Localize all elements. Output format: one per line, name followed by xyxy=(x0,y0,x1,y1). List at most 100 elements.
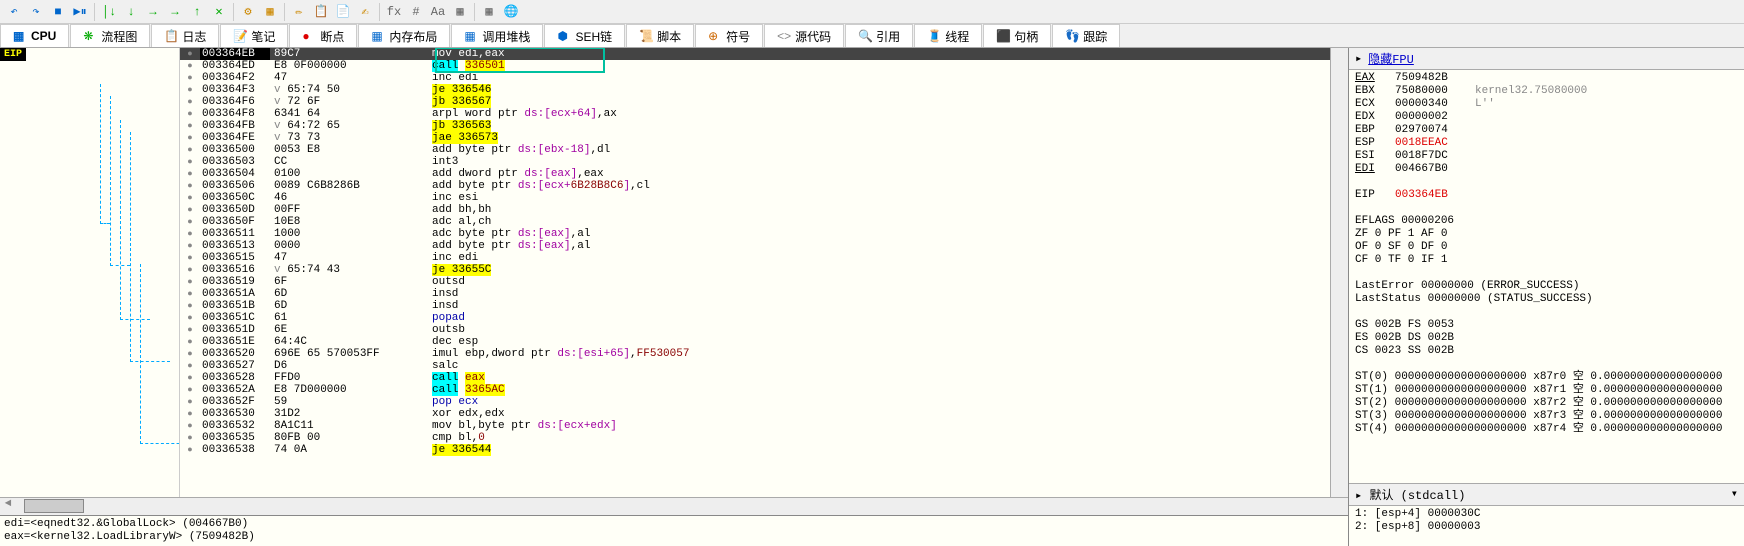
toolbar-btn-0[interactable]: ↶ xyxy=(4,2,24,22)
tab-引用[interactable]: 🔍引用 xyxy=(845,24,913,47)
breakpoint-dot[interactable]: ● xyxy=(180,336,200,348)
toolbar-btn-3[interactable]: ▶⏸ xyxy=(70,2,90,22)
breakpoint-dot[interactable]: ● xyxy=(180,228,200,240)
disasm-row[interactable]: ●0033651E 64:4Cdec esp xyxy=(180,336,1330,348)
tab-脚本[interactable]: 📜脚本 xyxy=(626,24,694,47)
breakpoint-dot[interactable]: ● xyxy=(180,240,200,252)
breakpoint-dot[interactable]: ● xyxy=(180,120,200,132)
disasm-row[interactable]: ●00336500 0053 E8add byte ptr ds:[ebx-18… xyxy=(180,144,1330,156)
breakpoint-dot[interactable]: ● xyxy=(180,132,200,144)
register-row[interactable]: EBX75080000kernel32.75080000 xyxy=(1355,85,1738,98)
disasm-row[interactable]: ●00336538 74 0Aje 336544 xyxy=(180,444,1330,456)
toolbar-btn-7[interactable]: → xyxy=(165,2,185,22)
tab-符号[interactable]: ⊕符号 xyxy=(695,24,763,47)
register-row[interactable]: EBP02970074 xyxy=(1355,124,1738,137)
toolbar-btn-5[interactable]: ↓ xyxy=(121,2,141,22)
disasm-row[interactable]: ●0033651C 61popad xyxy=(180,312,1330,324)
toolbar-btn-8[interactable]: ↑ xyxy=(187,2,207,22)
disasm-row[interactable]: ●00336516v 65:74 43je 33655C xyxy=(180,264,1330,276)
vertical-scrollbar[interactable] xyxy=(1330,48,1348,497)
breakpoint-dot[interactable]: ● xyxy=(180,84,200,96)
disasm-row[interactable]: ●00336515 47inc edi xyxy=(180,252,1330,264)
tab-日志[interactable]: 📋日志 xyxy=(151,24,219,47)
register-row[interactable]: EDX00000002 xyxy=(1355,111,1738,124)
disasm-row[interactable]: ●0033651D 6Eoutsb xyxy=(180,324,1330,336)
stack-menu-icon[interactable]: ▾ xyxy=(1731,486,1738,501)
breakpoint-dot[interactable]: ● xyxy=(180,48,200,60)
stack-collapse-icon[interactable]: ▸ xyxy=(1355,489,1362,503)
register-row[interactable]: EAX7509482B xyxy=(1355,72,1738,85)
toolbar-btn-2[interactable]: ■ xyxy=(48,2,68,22)
disasm-row[interactable]: ●00336506 0089 C6B8286Badd byte ptr ds:[… xyxy=(180,180,1330,192)
toolbar-btn-1[interactable]: ↷ xyxy=(26,2,46,22)
disasm-row[interactable]: ●003364ED E8 0F000000call 336501 xyxy=(180,60,1330,72)
tab-跟踪[interactable]: 👣跟踪 xyxy=(1052,24,1120,47)
tab-笔记[interactable]: 📝笔记 xyxy=(220,24,288,47)
hide-fpu-link[interactable]: 隐藏FPU xyxy=(1368,50,1414,67)
eip-row[interactable]: EIP003364EB xyxy=(1355,189,1738,202)
stack-row[interactable]: 2: [esp+8] 00000003 xyxy=(1355,521,1738,534)
disasm-row[interactable]: ●0033652A E8 7D000000call 3365AC xyxy=(180,384,1330,396)
toolbar-btn-19[interactable]: ▦ xyxy=(450,2,470,22)
breakpoint-dot[interactable]: ● xyxy=(180,324,200,336)
breakpoint-dot[interactable]: ● xyxy=(180,432,200,444)
toolbar-btn-20[interactable]: ▦ xyxy=(479,2,499,22)
breakpoint-dot[interactable]: ● xyxy=(180,420,200,432)
disasm-row[interactable]: ●00336511 1000adc byte ptr ds:[eax],al xyxy=(180,228,1330,240)
breakpoint-dot[interactable]: ● xyxy=(180,300,200,312)
disasm-row[interactable]: ●003364F3v 65:74 50je 336546 xyxy=(180,84,1330,96)
breakpoint-dot[interactable]: ● xyxy=(180,60,200,72)
toolbar-btn-10[interactable]: ⚙ xyxy=(238,2,258,22)
breakpoint-dot[interactable]: ● xyxy=(180,264,200,276)
breakpoint-dot[interactable]: ● xyxy=(180,96,200,108)
breakpoint-dot[interactable]: ● xyxy=(180,192,200,204)
disasm-row[interactable]: ●0033650F 10E8adc al,ch xyxy=(180,216,1330,228)
breakpoint-dot[interactable]: ● xyxy=(180,276,200,288)
disasm-row[interactable]: ●00336527 D6salc xyxy=(180,360,1330,372)
breakpoint-dot[interactable]: ● xyxy=(180,252,200,264)
stack-row[interactable]: 1: [esp+4] 0000030C xyxy=(1355,508,1738,521)
toolbar-btn-21[interactable]: 🌐 xyxy=(501,2,521,22)
disasm-row[interactable]: ●003364F2 47inc edi xyxy=(180,72,1330,84)
toolbar-btn-16[interactable]: fx xyxy=(384,2,404,22)
tab-内存布局[interactable]: ▦内存布局 xyxy=(358,24,450,47)
tab-句柄[interactable]: ⬛句柄 xyxy=(983,24,1051,47)
disasm-row[interactable]: ●003364EB 89C7mov edi,eax xyxy=(180,48,1330,60)
disasm-row[interactable]: ●00336532 8A1C11mov bl,byte ptr ds:[ecx+… xyxy=(180,420,1330,432)
breakpoint-dot[interactable]: ● xyxy=(180,396,200,408)
tab-线程[interactable]: 🧵线程 xyxy=(914,24,982,47)
breakpoint-dot[interactable]: ● xyxy=(180,408,200,420)
toolbar-btn-17[interactable]: # xyxy=(406,2,426,22)
breakpoint-dot[interactable]: ● xyxy=(180,348,200,360)
toolbar-btn-18[interactable]: Aa xyxy=(428,2,448,22)
tab-CPU[interactable]: ▦CPU xyxy=(0,24,69,47)
toolbar-btn-11[interactable]: ▦ xyxy=(260,2,280,22)
breakpoint-dot[interactable]: ● xyxy=(180,156,200,168)
breakpoint-dot[interactable]: ● xyxy=(180,180,200,192)
toolbar-btn-6[interactable]: → xyxy=(143,2,163,22)
disasm-row[interactable]: ●00336530 31D2xor edx,edx xyxy=(180,408,1330,420)
disasm-row[interactable]: ●00336504 0100add dword ptr ds:[eax],eax xyxy=(180,168,1330,180)
disasm-row[interactable]: ●00336503 CCint3 xyxy=(180,156,1330,168)
register-row[interactable]: ESP0018EEAC xyxy=(1355,137,1738,150)
disassembly-table[interactable]: ●003364EB 89C7mov edi,eax●003364ED E8 0F… xyxy=(180,48,1330,497)
toolbar-btn-15[interactable]: ✍ xyxy=(355,2,375,22)
toolbar-btn-14[interactable]: 📄 xyxy=(333,2,353,22)
disasm-row[interactable]: ●0033651B 6Dinsd xyxy=(180,300,1330,312)
tab-SEH链[interactable]: ⬢SEH链 xyxy=(544,24,625,47)
toolbar-btn-13[interactable]: 📋 xyxy=(311,2,331,22)
breakpoint-dot[interactable]: ● xyxy=(180,312,200,324)
breakpoint-dot[interactable]: ● xyxy=(180,144,200,156)
tab-断点[interactable]: ●断点 xyxy=(289,24,357,47)
disasm-row[interactable]: ●00336528 FFD0call eax xyxy=(180,372,1330,384)
toolbar-btn-12[interactable]: ✏ xyxy=(289,2,309,22)
disasm-row[interactable]: ●003364FBv 64:72 65jb 336563 xyxy=(180,120,1330,132)
stack-body[interactable]: 1: [esp+4] 0000030C2: [esp+8] 00000003 xyxy=(1349,506,1744,546)
breakpoint-dot[interactable]: ● xyxy=(180,360,200,372)
tab-调用堆栈[interactable]: ▦调用堆栈 xyxy=(451,24,543,47)
disasm-row[interactable]: ●0033651A 6Dinsd xyxy=(180,288,1330,300)
disasm-row[interactable]: ●00336535 80FB 00cmp bl,0 xyxy=(180,432,1330,444)
toolbar-btn-4[interactable]: │↓ xyxy=(99,2,119,22)
tab-源代码[interactable]: <>源代码 xyxy=(764,24,844,47)
tab-流程图[interactable]: ❋流程图 xyxy=(70,24,150,47)
